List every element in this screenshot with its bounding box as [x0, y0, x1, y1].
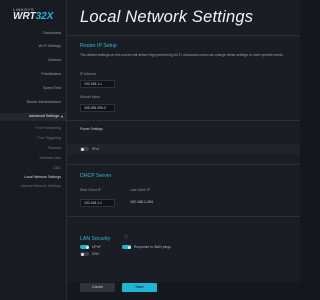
chevron-down-icon: ▾ — [61, 114, 64, 119]
dhcp-section-title: DHCP Server — [80, 173, 112, 179]
sidebar-item-port-forwarding[interactable]: Port Forwarding — [35, 126, 61, 131]
model-suffix: 32X — [35, 11, 54, 22]
sidebar-item-wifi-settings[interactable]: Wi-Fi Settings — [39, 44, 61, 49]
sidebar-item-speed-test[interactable]: Speed Test — [43, 86, 61, 91]
upnp-label: UPnP — [92, 245, 101, 249]
main-content: Local Network Settings Router IP Setup T… — [67, 0, 300, 300]
subnet-mask-label: Subnet Mask — [80, 95, 100, 99]
power-settings-title: Power Settings — [80, 127, 103, 131]
ssh-toggle[interactable] — [80, 252, 89, 256]
upnp-toggle[interactable] — [80, 245, 89, 249]
sidebar-item-router-administration[interactable]: Router Administration — [27, 100, 61, 105]
section-divider — [67, 216, 300, 217]
ipv4-label: IPv4 — [92, 147, 99, 151]
start-client-ip-label: Start Client IP — [80, 188, 101, 192]
wan-ping-toggle[interactable] — [122, 245, 131, 249]
save-button[interactable]: Save — [122, 283, 157, 292]
lan-security-section-title: LAN Security — [80, 236, 111, 242]
sidebar: LINKSYS WRT32X ▾ Dashboard Wi-Fi Setting… — [0, 0, 67, 300]
sidebar-item-local-network-settings[interactable]: Local Network Settings — [24, 175, 61, 180]
model-prefix: WRT — [13, 11, 36, 22]
ssh-label: SSH — [92, 252, 99, 256]
last-client-ip-label: Last Client IP — [130, 188, 151, 192]
last-client-ip-value: 192.168.1.254 — [130, 200, 153, 204]
ip-address-label: IP Address — [80, 72, 97, 76]
sidebar-item-wireless-mac[interactable]: Wireless Mac — [39, 156, 61, 161]
wan-ping-label: Response to WAN pings — [134, 245, 171, 249]
brand-logo: LINKSYS WRT32X — [13, 7, 53, 22]
sidebar-item-internet-network-settings[interactable]: Internet Network Settings — [21, 184, 61, 189]
sidebar-item-dmz[interactable]: DMZ — [53, 166, 61, 171]
sidebar-item-prioritization[interactable]: Prioritization — [41, 72, 61, 77]
app-window: LINKSYS WRT32X ▾ Dashboard Wi-Fi Setting… — [0, 0, 300, 300]
header-divider — [67, 35, 300, 36]
router-ip-section-title: Router IP Setup — [80, 43, 117, 49]
sidebar-item-port-triggering[interactable]: Port Triggering — [37, 136, 61, 141]
subnet-mask-field[interactable]: 255.255.255.0 — [80, 104, 115, 112]
section-divider — [67, 164, 300, 165]
page-title: Local Network Settings — [80, 8, 254, 26]
start-client-ip-field[interactable]: 192.168.1.2 — [80, 199, 115, 207]
router-ip-description: The default settings on this screen will… — [80, 53, 284, 57]
info-icon[interactable]: ⓘ — [124, 235, 128, 239]
power-settings-row — [67, 144, 300, 154]
sidebar-item-devices[interactable]: Devices — [48, 58, 61, 63]
sidebar-item-parental[interactable]: Parental — [48, 146, 61, 151]
section-divider — [67, 120, 300, 121]
ipv4-toggle[interactable] — [80, 147, 89, 151]
sidebar-item-dashboard[interactable]: Dashboard — [43, 31, 61, 36]
sidebar-item-advanced-settings[interactable]: Advanced Settings — [29, 114, 59, 119]
cancel-button[interactable]: Cancel — [80, 283, 115, 292]
ip-address-field[interactable]: 192.168.1.1 — [80, 80, 115, 88]
brand-model: WRT32X — [13, 12, 53, 22]
